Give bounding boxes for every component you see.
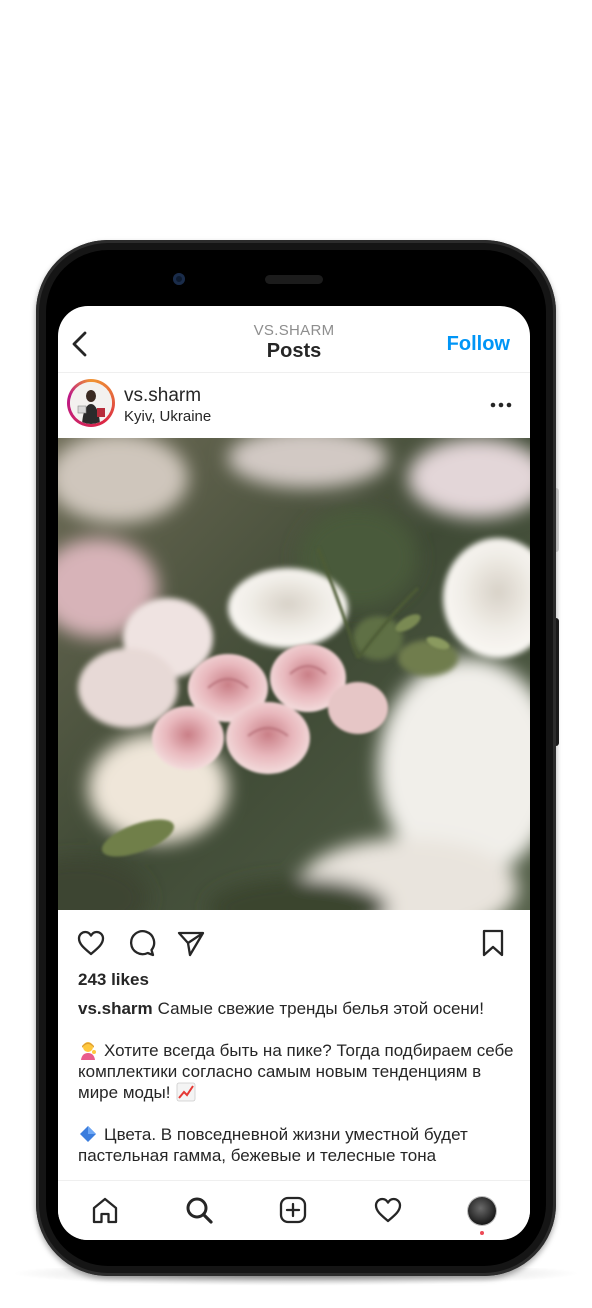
search-icon[interactable] — [184, 1195, 214, 1225]
woman-tipping-hand-emoji-icon — [81, 1042, 96, 1060]
plus-square-icon[interactable] — [278, 1195, 308, 1225]
avatar[interactable] — [67, 379, 115, 427]
device-mockup: VS.SHARM Posts Follow vs.sharm Kyiv, Ukr… — [0, 0, 592, 1308]
post-caption: vs.sharm Самые свежие тренды белья этой о… — [78, 998, 518, 1187]
likes-count[interactable]: 243 likes — [78, 970, 149, 990]
activity-heart-icon[interactable] — [373, 1195, 403, 1225]
send-icon[interactable] — [176, 928, 206, 958]
post-location[interactable]: Kyiv, Ukraine — [124, 408, 211, 425]
bottom-navigation — [58, 1180, 530, 1240]
caption-text-1: Самые свежие тренды белья этой осени! — [157, 999, 485, 1018]
blue-diamond-emoji-icon — [80, 1126, 96, 1142]
caption-line-3: Цвета. В повседневной жизни уместной буд… — [78, 1124, 518, 1166]
app-screen: VS.SHARM Posts Follow vs.sharm Kyiv, Ukr… — [58, 306, 530, 1240]
front-camera — [173, 273, 185, 285]
avatar-image — [70, 382, 112, 424]
comment-icon[interactable] — [126, 928, 156, 958]
post-actions — [58, 910, 530, 970]
post-header: vs.sharm Kyiv, Ukraine — [58, 372, 530, 438]
bookmark-icon[interactable] — [478, 928, 508, 958]
caption-line-2: Хотите всегда быть на пике? Тогда подбир… — [78, 1040, 518, 1103]
more-horizontal-icon[interactable] — [490, 402, 512, 408]
caption-line-1: vs.sharm Самые свежие тренды белья этой о… — [78, 998, 518, 1019]
caption-username[interactable]: vs.sharm — [78, 999, 153, 1018]
heart-icon[interactable] — [76, 928, 106, 958]
follow-button[interactable]: Follow — [447, 333, 510, 356]
post-username[interactable]: vs.sharm — [124, 385, 201, 407]
home-icon[interactable] — [90, 1195, 120, 1225]
caption-text-2: Хотите всегда быть на пике? Тогда подбир… — [78, 1041, 514, 1102]
chart-increasing-emoji-icon — [177, 1082, 196, 1102]
post-photo[interactable] — [58, 438, 530, 910]
caption-text-3: Цвета. В повседневной жизни уместной буд… — [78, 1125, 468, 1165]
posts-header: VS.SHARM Posts Follow — [58, 306, 530, 373]
earpiece-speaker — [265, 275, 323, 284]
profile-avatar[interactable] — [468, 1197, 496, 1225]
notification-dot — [480, 1231, 484, 1235]
